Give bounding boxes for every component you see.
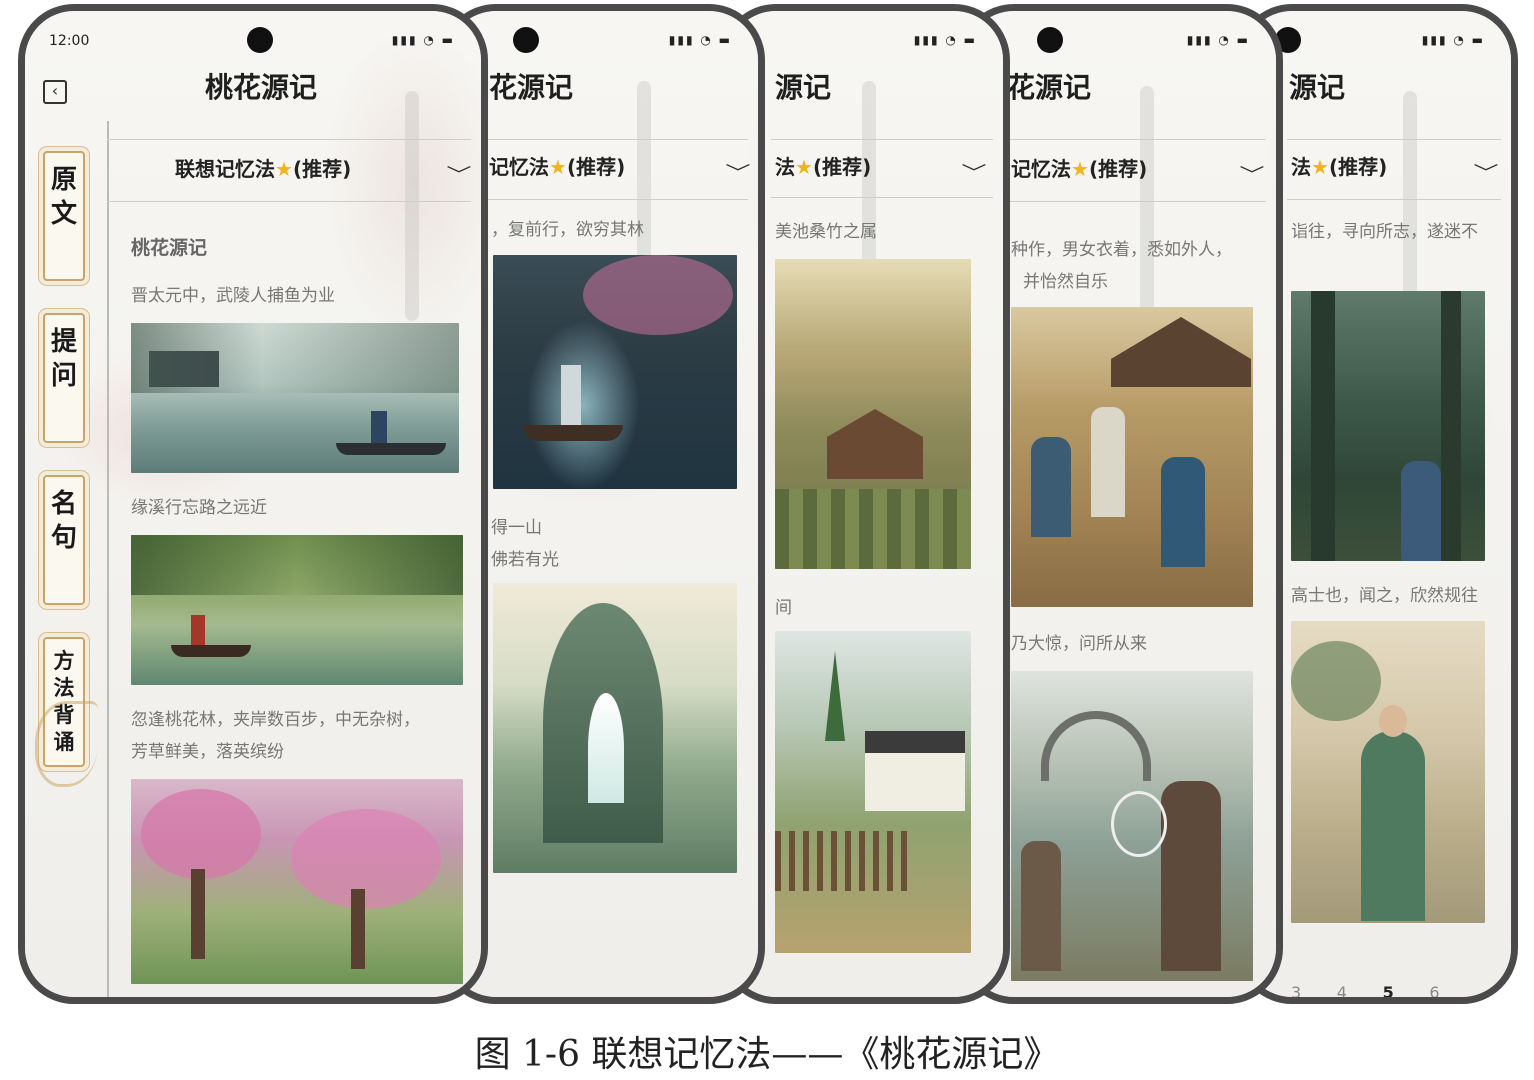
chevron-down-icon[interactable]: ﹀ [1239, 161, 1264, 187]
selector-divider [771, 197, 993, 198]
method-selector[interactable]: 联想记忆法★(推荐) [175, 153, 351, 193]
star-icon: ★ [275, 157, 293, 181]
status-bar: ▮▮▮ ◔ ▬ [447, 25, 758, 61]
poem-line: 忽逢桃花林，夹岸数百步，中无杂树， [131, 710, 420, 730]
decorative-swirl [35, 701, 98, 787]
star-icon: ★ [1311, 155, 1329, 179]
chevron-left-icon: ‹ [51, 81, 59, 100]
camera-notch [513, 27, 539, 53]
status-time: 12:00 [49, 33, 90, 49]
illustration-farmhouse-chickens [775, 631, 971, 953]
star-icon: ★ [1071, 157, 1089, 181]
status-icons: ▮▮▮ ◔ ▬ [668, 33, 732, 47]
recommended-tag: (推荐) [1328, 155, 1388, 179]
status-icons: ▮▮▮ ◔ ▬ [913, 33, 977, 47]
poem-line: 并怡然自乐 [1023, 272, 1108, 292]
star-icon: ★ [795, 155, 813, 179]
status-icons: ▮▮▮ ◔ ▬ [391, 33, 455, 47]
method-selector[interactable]: 法★(推荐) [775, 151, 871, 191]
illustration-fisherman-lake [131, 323, 459, 473]
poem-line: 乃大惊，问所从来 [1011, 634, 1147, 654]
phone-screen-2: ▮▮▮ ◔ ▬ 花源记 记忆法★(推荐) ﹀ ，复前行，欲穷其林 得一山 佛若有… [440, 4, 765, 1004]
method-label: 记忆法 [489, 155, 549, 179]
illustration-search-forest [1291, 291, 1485, 561]
illustration-boat-under-blossoms [493, 255, 737, 489]
header-divider [1287, 139, 1501, 140]
recommended-tag: (推荐) [812, 155, 872, 179]
camera-notch [247, 27, 273, 53]
poem-line: ，复前行，欲穷其林 [491, 220, 644, 240]
page-link-current[interactable]: 5 [1383, 983, 1394, 997]
app-header: 花源记 [965, 66, 1276, 122]
poem-line: 间 [775, 598, 792, 618]
app-header: 源记 [1243, 66, 1511, 122]
poem-heading: 桃花源记 [131, 237, 208, 259]
illustration-elder-with-net [1011, 671, 1253, 981]
sidebar-divider [107, 121, 109, 997]
tab-famous-lines[interactable]: 名句 [43, 475, 85, 605]
poem-line: 芳草鲜美，落英缤纷 [131, 742, 284, 762]
app-header: 花源记 [447, 66, 758, 122]
header-divider [487, 139, 748, 140]
recommended-tag: (推荐) [566, 155, 626, 179]
method-label: 法 [775, 155, 795, 179]
app-header: ‹ 桃花源记 [25, 66, 481, 122]
page-link[interactable]: 6 [1429, 983, 1439, 997]
selector-divider [1287, 199, 1501, 200]
header-divider [1009, 139, 1266, 140]
chevron-down-icon[interactable]: ﹀ [725, 159, 750, 185]
tab-questions[interactable]: 提问 [43, 313, 85, 443]
tab-original-text[interactable]: 原文 [43, 151, 85, 281]
chevron-down-icon[interactable]: ﹀ [1473, 159, 1498, 185]
method-label: 联想记忆法 [175, 157, 275, 181]
chevron-down-icon[interactable]: ﹀ [446, 161, 471, 187]
poem-line: 美池桑竹之属 [775, 222, 877, 242]
method-selector[interactable]: 记忆法★(推荐) [489, 151, 625, 191]
method-selector[interactable]: 法★(推荐) [1291, 151, 1387, 191]
pagination: 3 4 5 6 [1291, 983, 1440, 997]
chevron-down-icon[interactable]: ﹀ [961, 159, 986, 185]
page-title: 源记 [1289, 71, 1346, 104]
star-icon: ★ [549, 155, 567, 179]
page-link[interactable]: 4 [1337, 983, 1347, 997]
poem-line: 诣往，寻向所志，遂迷不 [1291, 222, 1478, 242]
illustration-village-fields [775, 259, 971, 569]
status-bar: ▮▮▮ ◔ ▬ [965, 25, 1276, 61]
page-title: 花源记 [489, 71, 574, 104]
method-selector[interactable]: 记忆法★(推荐) [1011, 153, 1147, 193]
header-divider [107, 139, 471, 140]
poem-line: 得一山 [491, 518, 542, 538]
page-title: 花源记 [1007, 71, 1092, 104]
selector-divider [1009, 201, 1266, 202]
status-icons: ▮▮▮ ◔ ▬ [1421, 33, 1485, 47]
header-divider [771, 139, 993, 140]
back-button[interactable]: ‹ [43, 80, 67, 104]
selector-divider [487, 199, 748, 200]
phone-screen-1: 12:00 ▮▮▮ ◔ ▬ ‹ 桃花源记 联想记忆法★(推荐) ﹀ 原文 提问 … [18, 4, 488, 1004]
recommended-tag: (推荐) [292, 157, 352, 181]
illustration-scholar-gaoshi [1291, 621, 1485, 923]
illustration-peach-blossom-forest [131, 779, 463, 984]
poem-line: 佛若有光 [491, 550, 559, 570]
status-bar: ▮▮▮ ◔ ▬ [727, 25, 1003, 61]
poem-line: 缘溪行忘路之远近 [131, 498, 267, 518]
method-label: 法 [1291, 155, 1311, 179]
recommended-tag: (推荐) [1088, 157, 1148, 181]
status-icons: ▮▮▮ ◔ ▬ [1186, 33, 1250, 47]
poem-line: 高士也，闻之，欣然规往 [1291, 586, 1478, 606]
illustration-mountain-cave-light [493, 583, 737, 873]
poem-line: 种作，男女衣着，悉如外人， [1011, 240, 1232, 260]
illustration-villagers-market [1011, 307, 1253, 607]
page-title: 源记 [775, 71, 832, 104]
poem-line: 晋太元中，武陵人捕鱼为业 [131, 286, 335, 306]
selector-divider [107, 201, 471, 202]
page-link[interactable]: 3 [1291, 983, 1301, 997]
app-header: 源记 [727, 66, 1003, 122]
page-title: 桃花源记 [205, 71, 318, 104]
illustration-boat-stream [131, 535, 463, 685]
figure-caption: 图 1-6 联想记忆法——《桃花源记》 [474, 1034, 1060, 1075]
method-label: 记忆法 [1011, 157, 1071, 181]
camera-notch [1037, 27, 1063, 53]
